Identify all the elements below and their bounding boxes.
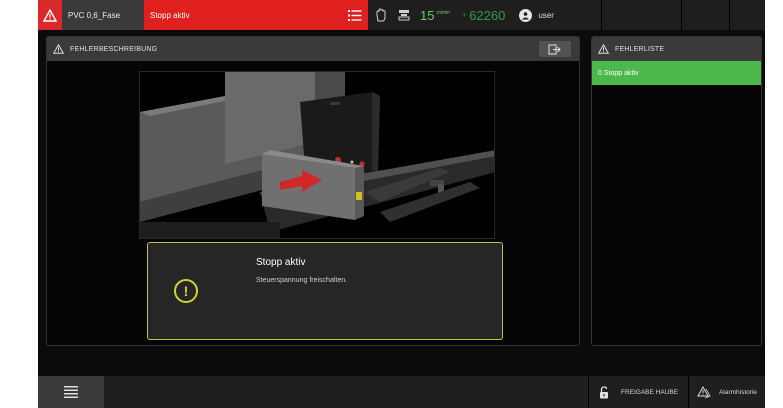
user-button[interactable]: user: [511, 8, 562, 22]
panel-title: FEHLERBESCHREIBUNG: [70, 45, 158, 53]
warning-icon: [53, 44, 64, 54]
speed-value: 15: [420, 7, 435, 23]
release-hood-button[interactable]: FREIGABE HAUBE: [587, 376, 688, 408]
hamburger-icon: [64, 386, 78, 398]
topbar-slot-1[interactable]: [601, 0, 681, 30]
exit-icon: [548, 44, 561, 54]
error-list-panel: FEHLERLISTE 0 Stopp aktiv: [591, 36, 762, 346]
piece-counter: + 62260: [456, 8, 511, 23]
machine-icon: [398, 10, 410, 21]
status-bar[interactable]: Stopp aktiv: [144, 0, 368, 30]
bottom-bar: FREIGABE HAUBE Alarmhistorie: [38, 376, 765, 408]
exit-button[interactable]: [539, 41, 571, 57]
error-list-title: FEHLERLISTE: [615, 45, 665, 53]
topbar-slot-2[interactable]: [681, 0, 729, 30]
warning-icon: [598, 44, 609, 54]
message-title: Stopp aktiv: [256, 257, 306, 268]
error-list-header: FEHLERLISTE: [592, 37, 761, 61]
list-icon: [348, 9, 362, 21]
alarm-message-box: ! Stopp aktiv Steuerspannung freischalte…: [147, 242, 503, 340]
warning-history-icon: [697, 385, 711, 398]
alarm-history-button[interactable]: Alarmhistorie: [688, 376, 765, 408]
speed-unit: m/min: [436, 9, 451, 16]
panel-header: FEHLERBESCHREIBUNG: [47, 37, 579, 61]
error-description-panel: FEHLERBESCHREIBUNG ! Stopp aktiv Steuers…: [46, 36, 580, 346]
bottom-spacer: [104, 376, 588, 408]
unlock-icon: [599, 385, 608, 398]
speed-display: 15 m/min: [414, 8, 456, 23]
hmi-frame: PVC 0,6_Fase Stopp aktiv 15 m/min + 6226…: [38, 0, 765, 408]
machine-mode-button[interactable]: [394, 0, 414, 30]
user-name: user: [538, 10, 554, 20]
top-bar: PVC 0,6_Fase Stopp aktiv 15 m/min + 6226…: [38, 0, 765, 30]
error-list-item[interactable]: 0 Stopp aktiv: [592, 61, 761, 85]
message-text: Steuerspannung freischalten.: [256, 277, 348, 284]
alarm-history-label: Alarmhistorie: [719, 388, 757, 396]
topbar-slot-3[interactable]: [729, 0, 765, 30]
machine-illustration: [139, 71, 495, 239]
machine-rendering: [140, 72, 494, 238]
status-text: Stopp aktiv: [150, 10, 190, 20]
counter-prefix: +: [462, 11, 467, 19]
counter-value: 62260: [469, 7, 506, 23]
release-hood-label: FREIGABE HAUBE: [620, 388, 679, 396]
warning-icon: [43, 8, 57, 22]
alert-circle-icon: !: [174, 279, 198, 303]
hand-icon: [376, 8, 386, 22]
menu-button[interactable]: [38, 376, 104, 408]
hand-mode-button[interactable]: [368, 0, 394, 30]
user-icon: [519, 8, 533, 22]
program-name[interactable]: PVC 0,6_Fase: [62, 0, 144, 30]
alarm-indicator[interactable]: [38, 0, 62, 30]
